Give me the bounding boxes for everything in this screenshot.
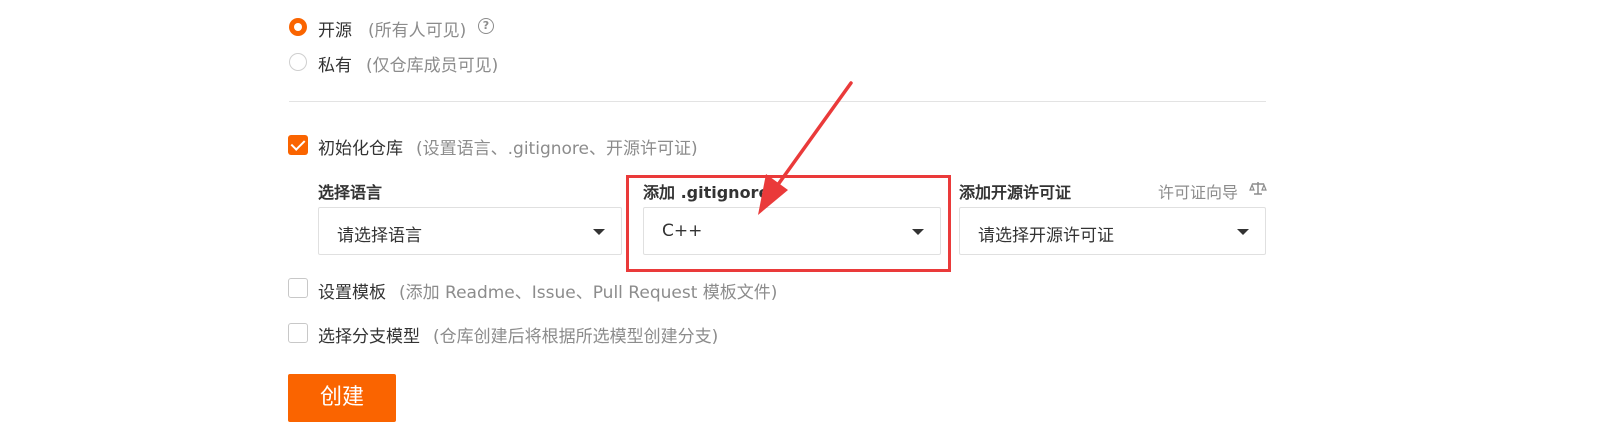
help-icon[interactable]: ? (478, 18, 494, 34)
license-select-value: 请选择开源许可证 (978, 226, 1114, 246)
language-select-value: 请选择语言 (337, 226, 422, 246)
template-label: 设置模板 (318, 283, 386, 303)
init-repo-label: 初始化仓库 (318, 139, 403, 159)
language-select[interactable]: 请选择语言 (318, 207, 622, 255)
license-guide-link[interactable]: 许可证向导 (1158, 179, 1238, 203)
scale-icon[interactable] (1249, 180, 1267, 196)
language-title: 选择语言 (318, 183, 383, 202)
private-label: 私有 (318, 56, 352, 76)
public-label: 开源 (318, 21, 352, 41)
branch-model-checkbox[interactable] (288, 323, 308, 343)
template-hint: (添加 Readme、Issue、Pull Request 模板文件) (399, 283, 778, 303)
template-checkbox[interactable] (288, 278, 308, 298)
private-hint: (仅仓库成员可见) (366, 56, 499, 76)
public-radio[interactable] (289, 18, 307, 36)
init-repo-checkbox[interactable] (288, 135, 308, 155)
branch-model-label: 选择分支模型 (318, 327, 420, 347)
license-select[interactable]: 请选择开源许可证 (959, 207, 1266, 255)
license-title: 添加开源许可证 (959, 183, 1072, 202)
chevron-down-icon (593, 229, 605, 235)
init-repo-hint: (设置语言、.gitignore、开源许可证) (416, 139, 698, 159)
branch-model-hint: (仓库创建后将根据所选模型创建分支) (433, 327, 719, 347)
chevron-down-icon (1237, 229, 1249, 235)
public-hint: (所有人可见) (368, 21, 467, 41)
create-button[interactable]: 创建 (288, 374, 396, 422)
annotation-arrow-icon (758, 81, 853, 215)
private-radio[interactable] (289, 53, 307, 71)
